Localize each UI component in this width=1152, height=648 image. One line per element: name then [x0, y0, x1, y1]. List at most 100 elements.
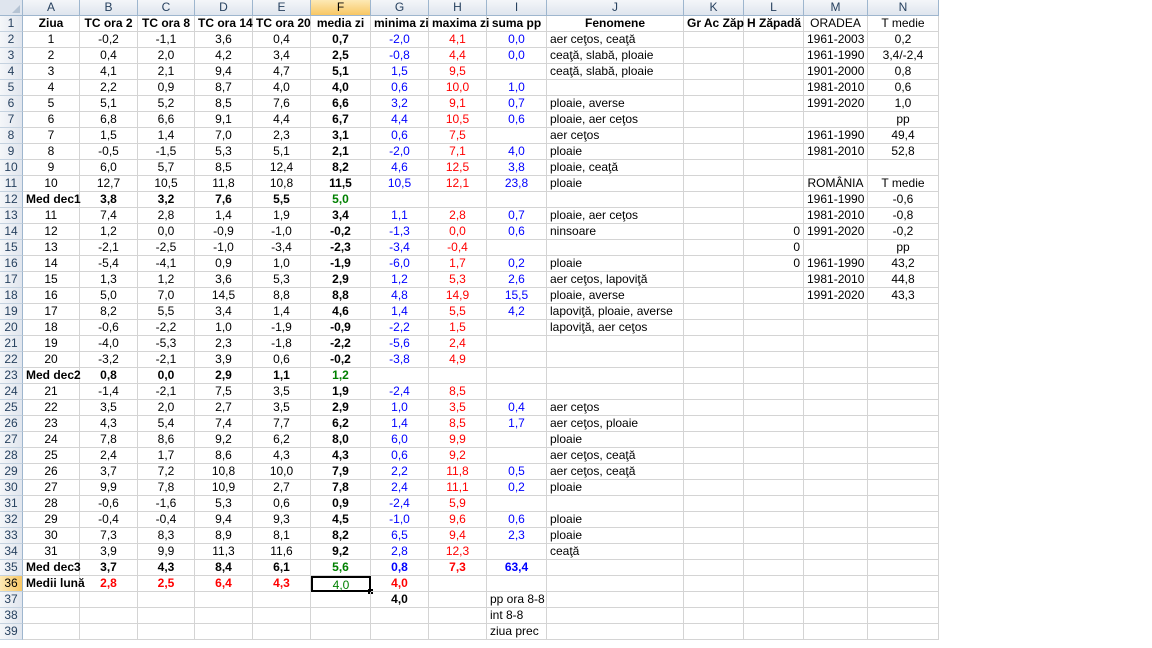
cell-L4[interactable] [744, 64, 804, 80]
cell-D32[interactable]: 9,4 [195, 512, 253, 528]
cell-J18[interactable]: ploaie, averse [547, 288, 684, 304]
cell-F1[interactable]: media zi [311, 16, 371, 32]
cell-M1[interactable]: ORADEA [804, 16, 868, 32]
cell-F19[interactable]: 4,6 [311, 304, 371, 320]
cell-K31[interactable] [684, 496, 744, 512]
cell-A12[interactable]: Med dec1 [23, 192, 81, 208]
column-header-C[interactable]: C [138, 0, 195, 16]
cell-H14[interactable]: 0,0 [429, 224, 487, 240]
cell-C31[interactable]: -1,6 [138, 496, 195, 512]
cell-F15[interactable]: -2,3 [311, 240, 371, 256]
cell-N32[interactable] [868, 512, 939, 528]
cell-G37[interactable]: 4,0 [371, 592, 429, 608]
cell-I10[interactable]: 3,8 [487, 160, 547, 176]
cell-K16[interactable] [684, 256, 744, 272]
row-header-18[interactable]: 18 [0, 288, 23, 304]
cell-I24[interactable] [487, 384, 547, 400]
cell-D15[interactable]: -1,0 [195, 240, 253, 256]
cell-F7[interactable]: 6,7 [311, 112, 371, 128]
cell-K29[interactable] [684, 464, 744, 480]
row-header-6[interactable]: 6 [0, 96, 23, 112]
cell-C17[interactable]: 1,2 [138, 272, 195, 288]
cell-I15[interactable] [487, 240, 547, 256]
cell-E10[interactable]: 12,4 [253, 160, 311, 176]
cell-J12[interactable] [547, 192, 684, 208]
cell-E18[interactable]: 8,8 [253, 288, 311, 304]
cell-N11[interactable]: T medie [868, 176, 939, 192]
cell-M23[interactable] [804, 368, 868, 384]
cell-A28[interactable]: 25 [23, 448, 80, 464]
row-header-9[interactable]: 9 [0, 144, 23, 160]
cell-G8[interactable]: 0,6 [371, 128, 429, 144]
cell-E22[interactable]: 0,6 [253, 352, 311, 368]
cell-D10[interactable]: 8,5 [195, 160, 253, 176]
cell-J4[interactable]: ceaţă, slabă, ploaie [547, 64, 684, 80]
column-header-J[interactable]: J [547, 0, 684, 16]
cell-L37[interactable] [744, 592, 804, 608]
cell-I32[interactable]: 0,6 [487, 512, 547, 528]
cell-F26[interactable]: 6,2 [311, 416, 371, 432]
cell-N5[interactable]: 0,6 [868, 80, 939, 96]
cell-E27[interactable]: 6,2 [253, 432, 311, 448]
cell-E15[interactable]: -3,4 [253, 240, 311, 256]
cell-K18[interactable] [684, 288, 744, 304]
cell-D12[interactable]: 7,6 [195, 192, 253, 208]
cell-I27[interactable] [487, 432, 547, 448]
cell-A20[interactable]: 18 [23, 320, 80, 336]
cell-E8[interactable]: 2,3 [253, 128, 311, 144]
cell-J11[interactable]: ploaie [547, 176, 684, 192]
cell-A25[interactable]: 22 [23, 400, 80, 416]
cell-D22[interactable]: 3,9 [195, 352, 253, 368]
cell-B36[interactable]: 2,8 [80, 576, 138, 592]
cell-J30[interactable]: ploaie [547, 480, 684, 496]
cell-J15[interactable] [547, 240, 684, 256]
cell-I12[interactable] [487, 192, 547, 208]
cell-A34[interactable]: 31 [23, 544, 80, 560]
cell-F14[interactable]: -0,2 [311, 224, 371, 240]
cell-K34[interactable] [684, 544, 744, 560]
row-header-24[interactable]: 24 [0, 384, 23, 400]
cell-E35[interactable]: 6,1 [253, 560, 311, 576]
cell-B26[interactable]: 4,3 [80, 416, 138, 432]
cell-C34[interactable]: 9,9 [138, 544, 195, 560]
cell-M19[interactable] [804, 304, 868, 320]
cell-L6[interactable] [744, 96, 804, 112]
cell-A6[interactable]: 5 [23, 96, 80, 112]
cell-E12[interactable]: 5,5 [253, 192, 311, 208]
cell-K3[interactable] [684, 48, 744, 64]
cell-L38[interactable] [744, 608, 804, 624]
cell-B37[interactable] [80, 592, 138, 608]
row-header-13[interactable]: 13 [0, 208, 23, 224]
cell-H13[interactable]: 2,8 [429, 208, 487, 224]
cell-E38[interactable] [253, 608, 311, 624]
cell-D20[interactable]: 1,0 [195, 320, 253, 336]
cell-L29[interactable] [744, 464, 804, 480]
cell-M20[interactable] [804, 320, 868, 336]
cell-N37[interactable] [868, 592, 939, 608]
cell-L22[interactable] [744, 352, 804, 368]
row-header-39[interactable]: 39 [0, 624, 23, 640]
cell-C4[interactable]: 2,1 [138, 64, 195, 80]
cell-F30[interactable]: 7,8 [311, 480, 371, 496]
cell-I9[interactable]: 4,0 [487, 144, 547, 160]
cell-J28[interactable]: aer ceţos, ceaţă [547, 448, 684, 464]
cell-D27[interactable]: 9,2 [195, 432, 253, 448]
cell-M35[interactable] [804, 560, 868, 576]
select-all-corner[interactable] [0, 0, 23, 16]
cell-L9[interactable] [744, 144, 804, 160]
cell-B17[interactable]: 1,3 [80, 272, 138, 288]
cell-F11[interactable]: 11,5 [311, 176, 371, 192]
cell-B24[interactable]: -1,4 [80, 384, 138, 400]
cell-H5[interactable]: 10,0 [429, 80, 487, 96]
cell-B2[interactable]: -0,2 [80, 32, 138, 48]
cell-M15[interactable] [804, 240, 868, 256]
cell-A39[interactable] [23, 624, 80, 640]
cell-A11[interactable]: 10 [23, 176, 80, 192]
cell-N27[interactable] [868, 432, 939, 448]
cell-N34[interactable] [868, 544, 939, 560]
cell-K14[interactable] [684, 224, 744, 240]
cell-G7[interactable]: 4,4 [371, 112, 429, 128]
cell-F12[interactable]: 5,0 [311, 192, 371, 208]
cell-G33[interactable]: 6,5 [371, 528, 429, 544]
cell-A8[interactable]: 7 [23, 128, 80, 144]
